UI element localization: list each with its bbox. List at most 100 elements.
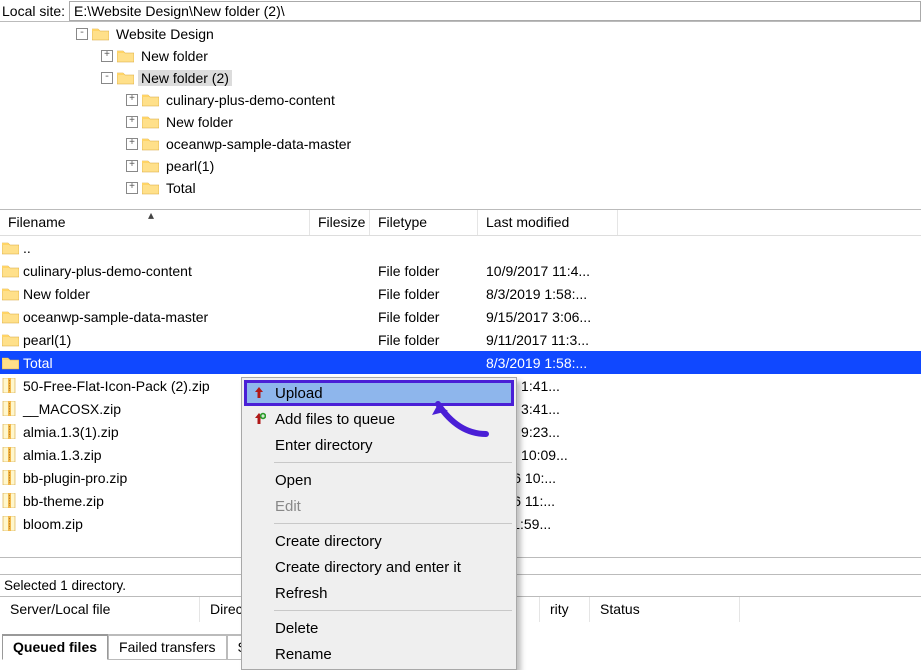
folder-icon [142,181,159,195]
folder-icon [142,137,159,151]
file-name: bloom.zip [23,516,83,532]
col-filetype[interactable]: Filetype [370,210,478,235]
file-name: culinary-plus-demo-content [23,263,192,279]
tree-item-label: New folder (2) [138,70,232,86]
file-name: 50-Free-Flat-Icon-Pack (2).zip [23,378,210,394]
col-server-file[interactable]: Server/Local file [0,597,200,622]
menu-item-label: Edit [271,498,506,515]
menu-item-label: Create directory [271,533,506,550]
menu-item[interactable]: Open [244,467,514,493]
file-name: oceanwp-sample-data-master [23,309,208,325]
folder-icon [142,159,159,173]
folder-tree[interactable]: -Website Design+New folder-New folder (2… [0,22,921,210]
zip-icon [2,424,19,439]
menu-item-label: Delete [271,620,506,637]
tab[interactable]: Queued files [2,634,108,660]
file-name: New folder [23,286,90,302]
expand-icon[interactable]: + [126,138,138,150]
file-modified: 8/3/2019 1:58:... [478,355,618,371]
folder-icon [117,71,134,85]
file-list-header[interactable]: Filename Filesize Filetype Last modified [0,210,921,236]
menu-item[interactable]: Create directory [244,528,514,554]
expand-icon[interactable]: + [126,94,138,106]
expand-icon[interactable]: - [101,72,113,84]
folder-icon [2,241,19,255]
folder-icon [117,49,134,63]
annotation-arrow-icon [428,394,498,442]
col-filename[interactable]: Filename [0,210,310,235]
folder-icon [2,356,19,370]
file-name: __MACOSX.zip [23,401,121,417]
file-modified: 9/11/2017 11:3... [478,332,618,348]
file-type: File folder [370,332,478,348]
menu-item-label: Refresh [271,585,506,602]
tree-item-label: pearl(1) [163,158,217,174]
folder-icon [2,333,19,347]
folder-icon [92,27,109,41]
path-input[interactable] [69,1,921,21]
file-modified: 10/9/2017 11:4... [478,263,618,279]
folder-icon [2,310,19,324]
zip-icon [2,401,19,416]
add-queue-icon [247,412,271,426]
file-type: File folder [370,309,478,325]
tree-item[interactable]: + pearl(1) [0,155,921,177]
zip-icon [2,470,19,485]
expand-icon[interactable]: + [101,50,113,62]
file-row[interactable]: New folder File folder8/3/2019 1:58:... [0,282,921,305]
menu-separator [274,610,512,611]
expand-icon[interactable]: + [126,116,138,128]
tree-item-label: Total [163,180,199,196]
tree-item-label: oceanwp-sample-data-master [163,136,354,152]
zip-icon [2,516,19,531]
col-modified[interactable]: Last modified [478,210,618,235]
expand-icon[interactable]: + [126,182,138,194]
file-row[interactable]: Total 8/3/2019 1:58:... [0,351,921,374]
file-name: Total [23,355,53,371]
tree-item-label: Website Design [113,26,217,42]
file-name: bb-plugin-pro.zip [23,470,127,486]
col-priority[interactable]: rity [540,597,590,622]
file-row[interactable]: culinary-plus-demo-content File folder10/… [0,259,921,282]
folder-icon [2,264,19,278]
tree-item[interactable]: +New folder [0,45,921,67]
menu-item[interactable]: Delete [244,615,514,641]
tree-item[interactable]: + oceanwp-sample-data-master [0,133,921,155]
menu-item-label: Open [271,472,506,489]
upload-icon [247,386,271,400]
tree-item[interactable]: - New folder (2) [0,67,921,89]
file-name: almia.1.3(1).zip [23,424,119,440]
menu-item[interactable]: Refresh [244,580,514,606]
file-name: .. [23,240,31,256]
zip-icon [2,493,19,508]
menu-separator [274,523,512,524]
menu-item[interactable]: Create directory and enter it [244,554,514,580]
expand-icon[interactable]: - [76,28,88,40]
tree-item-label: culinary-plus-demo-content [163,92,338,108]
tree-item[interactable]: - Website Design [0,23,921,45]
menu-separator [274,462,512,463]
file-name: pearl(1) [23,332,71,348]
expand-icon[interactable]: + [126,160,138,172]
file-modified: 8/3/2019 1:58:... [478,286,618,302]
zip-icon [2,378,19,393]
folder-icon [142,93,159,107]
file-type: File folder [370,263,478,279]
file-name: bb-theme.zip [23,493,104,509]
file-name: almia.1.3.zip [23,447,102,463]
tab[interactable]: Failed transfers [108,634,226,660]
tree-item[interactable]: + culinary-plus-demo-content [0,89,921,111]
zip-icon [2,447,19,462]
menu-item[interactable]: Rename [244,641,514,667]
tree-item[interactable]: + Total [0,177,921,199]
file-type: File folder [370,286,478,302]
folder-icon [2,287,19,301]
menu-item-label: Create directory and enter it [271,559,506,576]
col-filesize[interactable]: Filesize [310,210,370,235]
file-row[interactable]: pearl(1) File folder9/11/2017 11:3... [0,328,921,351]
col-status[interactable]: Status [590,597,740,622]
file-row[interactable]: oceanwp-sample-data-masterFile folder9/1… [0,305,921,328]
file-row[interactable]: .. [0,236,921,259]
tree-item[interactable]: + New folder [0,111,921,133]
tree-item-label: New folder [163,114,236,130]
